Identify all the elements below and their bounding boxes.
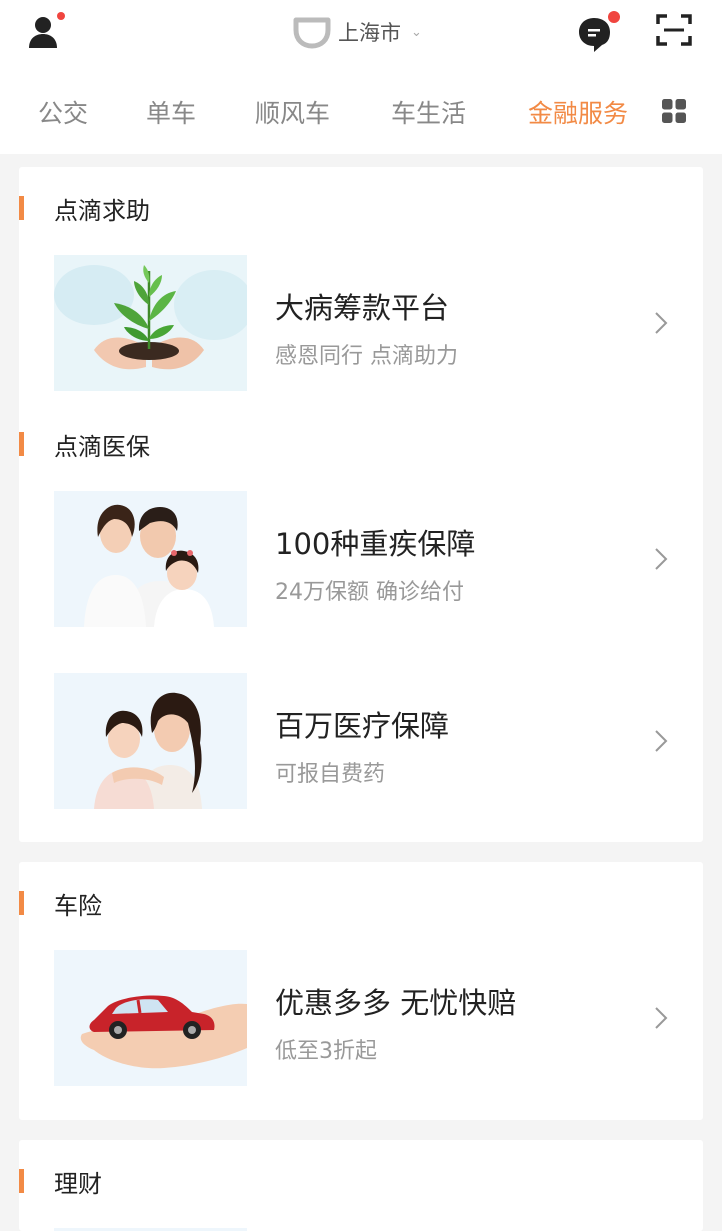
city-name: 上海市 bbox=[338, 21, 401, 45]
section-title: 点滴求助 bbox=[54, 196, 150, 225]
tab-bike[interactable]: 单车 bbox=[146, 94, 196, 130]
tab-car-life[interactable]: 车生活 bbox=[391, 94, 466, 130]
tabs-left-fade bbox=[0, 70, 22, 154]
list-item-car-insurance[interactable]: 优惠多多 无忧快赔 低至3折起 bbox=[54, 950, 694, 1086]
section-title: 理财 bbox=[54, 1169, 102, 1198]
item-title: 优惠多多 无忧快赔 bbox=[275, 986, 517, 1020]
item-title: 百万医疗保障 bbox=[275, 709, 450, 743]
category-tabs: 公交 单车 顺风车 车生活 金融服务 bbox=[0, 70, 722, 154]
item-description: 可报自费药 bbox=[275, 762, 386, 787]
item-description: 低至3折起 bbox=[275, 1039, 377, 1064]
item-title: 大病筹款平台 bbox=[275, 291, 450, 325]
user-icon[interactable] bbox=[26, 12, 66, 50]
list-item-critical-illness-insurance[interactable]: 100种重疾保障 24万保额 确诊给付 bbox=[54, 491, 694, 627]
grid-icon[interactable] bbox=[662, 99, 686, 123]
item-title: 100种重疾保障 bbox=[275, 527, 476, 561]
top-bar: 上海市 ⌄ bbox=[0, 0, 722, 70]
section-title: 车险 bbox=[54, 891, 102, 920]
section-accent-bar bbox=[19, 196, 24, 220]
chevron-down-icon: ⌄ bbox=[411, 24, 422, 40]
mother-daughter-photo-image bbox=[54, 673, 247, 809]
section-accent-bar bbox=[19, 432, 24, 456]
chevron-right-icon bbox=[655, 1007, 668, 1029]
city-selector[interactable]: 上海市 ⌄ bbox=[292, 14, 422, 50]
list-item-critical-illness-fundraising[interactable]: 大病筹款平台 感恩同行 点滴助力 bbox=[54, 255, 694, 391]
tab-bus[interactable]: 公交 bbox=[38, 94, 88, 130]
family-photo-image bbox=[54, 491, 247, 627]
didi-logo-icon bbox=[293, 17, 331, 49]
chevron-right-icon bbox=[655, 730, 668, 752]
tab-finance[interactable]: 金融服务 bbox=[528, 94, 628, 130]
section-header: 车险 bbox=[19, 888, 102, 920]
hands-with-sprout-image bbox=[54, 255, 247, 391]
card-wealth-management: 理财 bbox=[19, 1140, 703, 1231]
chevron-right-icon bbox=[655, 312, 668, 334]
card-assistance-medical: 点滴求助 大病筹款平台 感恩同行 点滴助力 点滴医保 100种重疾保障 24万保… bbox=[19, 167, 703, 842]
item-description: 感恩同行 点滴助力 bbox=[275, 344, 458, 369]
section-header: 点滴医保 bbox=[19, 429, 150, 461]
item-description: 24万保额 确诊给付 bbox=[275, 580, 464, 605]
tab-carpool[interactable]: 顺风车 bbox=[255, 94, 330, 130]
message-icon[interactable] bbox=[576, 10, 624, 54]
section-accent-bar bbox=[19, 891, 24, 915]
chevron-right-icon bbox=[655, 548, 668, 570]
list-item-million-medical-insurance[interactable]: 百万医疗保障 可报自费药 bbox=[54, 673, 694, 809]
section-title: 点滴医保 bbox=[54, 432, 150, 461]
card-car-insurance: 车险 优惠多多 无忧快赔 低至3折起 bbox=[19, 862, 703, 1120]
scan-icon[interactable] bbox=[655, 12, 693, 48]
section-header: 理财 bbox=[19, 1166, 102, 1198]
hand-holding-car-image bbox=[54, 950, 247, 1086]
section-accent-bar bbox=[19, 1169, 24, 1193]
section-header: 点滴求助 bbox=[19, 193, 150, 225]
